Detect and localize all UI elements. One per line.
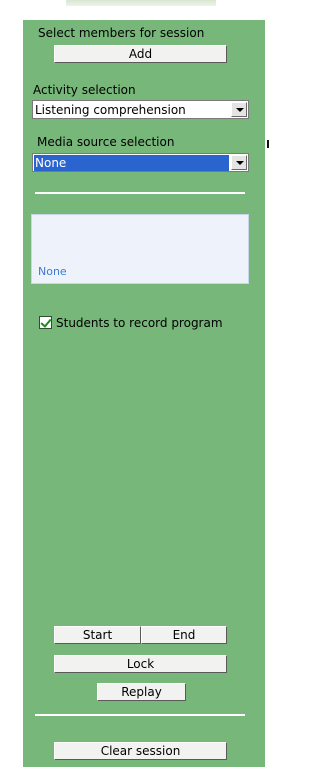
end-button[interactable]: End (141, 626, 227, 644)
media-select[interactable]: None (32, 153, 249, 172)
top-strip (0, 0, 272, 20)
start-button[interactable]: Start (54, 626, 141, 644)
chevron-down-icon[interactable] (231, 102, 247, 117)
chevron-down-icon[interactable] (231, 155, 247, 170)
divider (35, 192, 245, 194)
record-label: Students to record program (56, 316, 223, 330)
divider (35, 714, 245, 716)
lock-button[interactable]: Lock (54, 655, 227, 673)
media-label: Media source selection (37, 135, 175, 149)
record-checkbox[interactable] (39, 316, 52, 329)
edge-marker (267, 140, 269, 148)
activity-select-value: Listening comprehension (35, 103, 186, 117)
clear-session-button[interactable]: Clear session (54, 742, 227, 760)
media-source-list[interactable]: None (31, 214, 249, 284)
replay-button[interactable]: Replay (97, 683, 186, 701)
add-members-button[interactable]: Add (54, 45, 227, 63)
activity-label: Activity selection (33, 83, 136, 97)
right-edge (265, 20, 272, 767)
list-item[interactable]: None (38, 265, 67, 278)
media-select-value: None (34, 155, 229, 171)
members-label: Select members for session (38, 26, 205, 40)
activity-select[interactable]: Listening comprehension (32, 100, 249, 119)
tab-shadow (66, 0, 216, 6)
